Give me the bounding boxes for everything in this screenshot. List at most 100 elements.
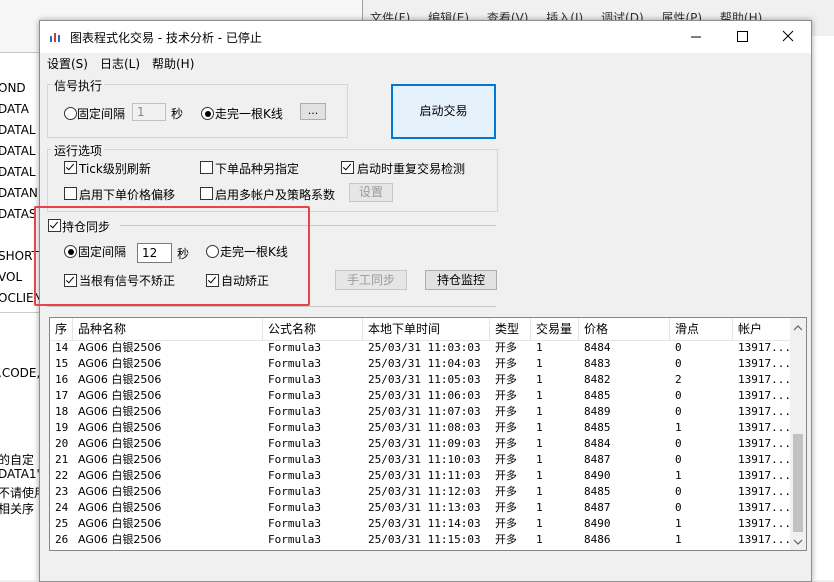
scroll-up-arrow-icon[interactable] [790, 320, 806, 336]
cell-time: 25/03/31 11:03:03 [368, 341, 481, 354]
cell-index: 24 [55, 501, 69, 514]
title-bar[interactable]: 图表程式化交易 - 技术分析 - 已停止 [40, 21, 811, 53]
multi-account-settings-button[interactable]: 设置 [349, 183, 393, 202]
cell-slippage: 0 [675, 485, 682, 498]
table-row[interactable]: 19 AG06 白银2506 Formula3 25/03/31 11:08:03 开多… [50, 420, 790, 436]
cell-price: 8485 [584, 485, 611, 498]
signal-interval-input[interactable]: 1 [132, 103, 166, 121]
cell-volume: 1 [536, 533, 543, 546]
table-row[interactable]: 23 AG06 白银2506 Formula3 25/03/31 11:12:03 开多… [50, 484, 790, 500]
column-header-volume[interactable]: 交易量 [531, 318, 579, 340]
multi-account-checkbox[interactable] [200, 187, 213, 200]
cell-price: 8485 [584, 421, 611, 434]
cell-instrument: AG06 白银2506 [78, 485, 162, 498]
table-row[interactable]: 16 AG06 白银2506 Formula3 25/03/31 11:05:03 开多… [50, 372, 790, 388]
table-row[interactable]: 15 AG06 白银2506 Formula3 25/03/31 11:04:03 开多… [50, 356, 790, 372]
cell-slippage: 0 [675, 405, 682, 418]
cell-type: 开多 [495, 501, 517, 514]
background-code-line: VOL [0, 270, 23, 284]
cell-formula: Formula3 [268, 453, 321, 466]
background-code-line: OND [0, 81, 26, 95]
order-instrument-label: 下单品种另指定 [215, 162, 300, 176]
cell-type: 开多 [495, 533, 517, 546]
maximize-icon [737, 31, 748, 42]
column-header-formula[interactable]: 公式名称 [263, 318, 363, 340]
cell-formula: Formula3 [268, 373, 321, 386]
cell-price: 8485 [584, 389, 611, 402]
maximize-button[interactable] [719, 21, 765, 53]
menu-settings[interactable]: 设置(S) [47, 55, 88, 72]
background-code-line: DATA [0, 102, 29, 116]
cell-volume: 1 [536, 517, 543, 530]
cell-time: 25/03/31 11:04:03 [368, 357, 481, 370]
cell-instrument: AG06 白银2506 [78, 453, 162, 466]
column-header-slippage[interactable]: 滑点 [670, 318, 733, 340]
scroll-down-arrow-icon[interactable] [790, 534, 806, 550]
table-row[interactable]: 20 AG06 白银2506 Formula3 25/03/31 11:09:03 开多… [50, 436, 790, 452]
cell-instrument: AG06 白银2506 [78, 405, 162, 418]
signal-fixed-interval-radio[interactable] [64, 107, 77, 120]
recheck-on-start-checkbox[interactable] [341, 161, 354, 174]
cell-instrument: AG06 白银2506 [78, 517, 162, 530]
order-table[interactable]: 序 品种名称 公式名称 本地下单时间 类型 交易量 价格 滑点 帐户 14 AG0… [49, 317, 807, 551]
cell-formula: Formula3 [268, 501, 321, 514]
table-row[interactable]: 17 AG06 白银2506 Formula3 25/03/31 11:06:03 开多… [50, 388, 790, 404]
scroll-thumb[interactable] [793, 434, 803, 532]
cell-type: 开多 [495, 453, 517, 466]
start-trading-button[interactable]: 启动交易 [391, 84, 496, 139]
order-instrument-checkbox[interactable] [200, 161, 213, 174]
cell-slippage: 1 [675, 533, 682, 546]
table-row[interactable]: 26 AG06 白银2506 Formula3 25/03/31 11:15:03 开多… [50, 532, 790, 548]
price-offset-checkbox[interactable] [64, 187, 77, 200]
table-row[interactable]: 25 AG06 白银2506 Formula3 25/03/31 11:14:03 开多… [50, 516, 790, 532]
table-row[interactable]: 22 AG06 白银2506 Formula3 25/03/31 11:11:03 开多… [50, 468, 790, 484]
tick-refresh-label: Tick级别刷新 [79, 162, 151, 176]
table-row[interactable]: 21 AG06 白银2506 Formula3 25/03/31 11:10:03 开多… [50, 452, 790, 468]
cell-slippage: 1 [675, 469, 682, 482]
cell-slippage: 1 [675, 517, 682, 530]
signal-bar-complete-radio[interactable] [201, 107, 214, 120]
column-header-time[interactable]: 本地下单时间 [363, 318, 490, 340]
table-vertical-scrollbar[interactable] [790, 318, 806, 550]
cell-account: 13917... [738, 533, 790, 546]
cell-account: 13917... [738, 389, 790, 402]
cell-index: 26 [55, 533, 69, 546]
cell-time: 25/03/31 11:06:03 [368, 389, 481, 402]
cell-price: 8490 [584, 469, 611, 482]
window-menubar: 设置(S) 日志(L) 帮助(H) [40, 53, 811, 73]
column-header-instrument[interactable]: 品种名称 [73, 318, 263, 340]
table-row[interactable]: 14 AG06 白银2506 Formula3 25/03/31 11:03:03 开多… [50, 340, 790, 356]
position-monitor-button[interactable]: 持仓监控 [425, 270, 497, 290]
cell-price: 8484 [584, 437, 611, 450]
cell-instrument: AG06 白银2506 [78, 389, 162, 402]
column-header-index[interactable]: 序 [50, 318, 73, 340]
cell-type: 开多 [495, 485, 517, 498]
close-button[interactable] [765, 21, 811, 53]
cell-index: 17 [55, 389, 69, 402]
table-header: 序 品种名称 公式名称 本地下单时间 类型 交易量 价格 滑点 帐户 [50, 318, 790, 341]
table-row[interactable]: 24 AG06 白银2506 Formula3 25/03/31 11:13:03 开多… [50, 500, 790, 516]
manual-sync-button[interactable]: 手工同步 [335, 270, 407, 290]
cell-instrument: AG06 白银2506 [78, 501, 162, 514]
menu-log[interactable]: 日志(L) [100, 55, 140, 72]
cell-time: 25/03/31 11:15:03 [368, 533, 481, 546]
cell-volume: 1 [536, 453, 543, 466]
cell-type: 开多 [495, 389, 517, 402]
table-row[interactable]: 18 AG06 白银2506 Formula3 25/03/31 11:07:03 开多… [50, 404, 790, 420]
column-header-account[interactable]: 帐户 [733, 318, 790, 340]
cell-index: 25 [55, 517, 69, 530]
menu-help[interactable]: 帮助(H) [152, 55, 194, 72]
cell-account: 13917... [738, 469, 790, 482]
background-code-line: ,CODE, [0, 366, 41, 380]
signal-more-button[interactable]: ... [300, 103, 326, 120]
column-header-type[interactable]: 类型 [490, 318, 531, 340]
tick-refresh-checkbox[interactable] [64, 161, 77, 174]
cell-type: 开多 [495, 373, 517, 386]
cell-account: 13917... [738, 373, 790, 386]
cell-instrument: AG06 白银2506 [78, 421, 162, 434]
minimize-button[interactable] [673, 21, 719, 53]
cell-slippage: 2 [675, 373, 682, 386]
column-header-price[interactable]: 价格 [579, 318, 670, 340]
cell-slippage: 0 [675, 389, 682, 402]
cell-price: 8482 [584, 373, 611, 386]
